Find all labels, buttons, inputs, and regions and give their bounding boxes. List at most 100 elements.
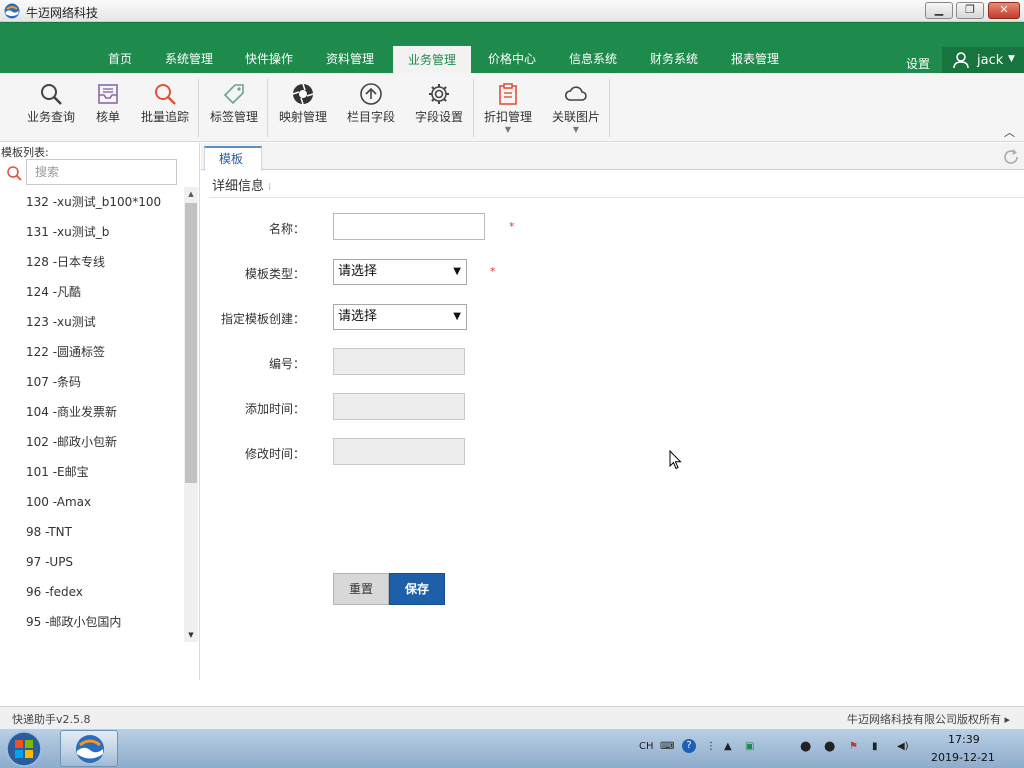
nav-finance[interactable]: 财务系统 [641,45,707,74]
reset-button[interactable]: 重置 [333,573,389,605]
created-time-field[interactable] [333,393,465,420]
nav-express-ops[interactable]: 快件操作 [236,45,302,74]
chevron-down-icon: ▼ [1008,54,1015,64]
tool-discount-manage[interactable]: 折扣管理 ▼ [477,73,539,142]
close-button[interactable]: ✕ [988,2,1020,19]
list-item[interactable]: 122 -圆通标签 [0,337,184,367]
show-hidden-icons[interactable]: ▲ [724,741,732,752]
panel-title: 模板列表: [1,146,49,159]
tool-verify[interactable]: 核单 [88,73,128,142]
nav-info-system[interactable]: 信息系统 [560,45,626,74]
nav-system[interactable]: 系统管理 [156,45,222,74]
save-button[interactable]: 保存 [389,573,445,605]
tool-mapping-manage[interactable]: 映射管理 [272,73,334,142]
qq-icon[interactable]: ● [824,739,835,754]
toolbar-divider [267,79,268,137]
mouse-cursor-icon [669,450,682,470]
toolbar: 业务查询 核单 批量追踪 标签管理 映射管理 栏目字段 字段设置 折扣管理 ▼ … [0,73,1024,142]
inbox-icon [98,84,118,104]
code-label: 编号： [268,357,305,371]
list-item[interactable]: 102 -邮政小包新 [0,427,184,457]
qq-icon[interactable]: ● [800,739,811,754]
scroll-down-icon[interactable]: ▼ [184,628,198,642]
template-type-select[interactable]: 请选择 ▼ [333,259,467,285]
user-menu[interactable]: jack ▼ [942,47,1024,74]
windows-taskbar: CH ⌨ ? ⋮ ▲ ▣ ● ● ⚑ ▮ ◀) 17:39 2019-12-21 [0,728,1024,768]
restore-button[interactable]: ❐ [956,2,984,19]
flag-icon[interactable]: ⚑ [849,741,858,752]
network-app-icon[interactable]: ▣ [745,741,754,752]
settings-link[interactable]: 设置 [906,55,930,72]
list-item[interactable]: 107 -条码 [0,367,184,397]
search-red-icon [155,84,176,105]
list-item[interactable]: 101 -E邮宝 [0,457,184,487]
main-nav: 首页 系统管理 快件操作 资料管理 业务管理 价格中心 信息系统 财务系统 报表… [0,22,1024,74]
ime-indicator[interactable]: CH [639,741,654,752]
list-item[interactable]: 98 -TNT [0,517,184,547]
modified-time-label: 修改时间： [244,447,305,461]
name-field[interactable] [333,213,485,240]
nav-price-center[interactable]: 价格中心 [479,45,545,74]
cloud-icon [564,86,587,101]
tool-linked-images[interactable]: 关联图片 ▼ [545,73,607,142]
list-scrollbar[interactable]: ▲ ▼ [184,187,198,642]
tool-column-fields[interactable]: 栏目字段 [340,73,402,142]
refresh-icon[interactable] [1002,148,1020,166]
keyboard-icon[interactable]: ⌨ [660,741,674,752]
tab-template[interactable]: 模板 [204,146,262,171]
user-name: jack [977,53,1004,68]
main-content: 模板 详细信息 ⁞ 名称： * 模板类型： 请选择 ▼ * 指定模板创建： 请选择 ▼… [201,143,1024,680]
settings-tray-icon[interactable]: ⋮ [706,741,716,752]
list-item[interactable]: 95 -邮政小包国内 [0,607,184,637]
volume-icon[interactable]: ◀) [897,741,909,752]
tool-business-query[interactable]: 业务查询 [20,73,82,142]
toolbar-divider [198,79,199,137]
tool-field-settings[interactable]: 字段设置 [408,73,470,142]
search-icon [7,166,22,181]
aperture-icon [292,83,314,105]
required-mark: * [509,220,515,233]
modified-time-field[interactable] [333,438,465,465]
list-item[interactable]: 124 -凡酷 [0,277,184,307]
tab-bar: 模板 [201,143,1024,171]
search-input[interactable] [26,159,177,185]
list-item[interactable]: 100 -Amax [0,487,184,517]
created-time-label: 添加时间： [244,402,305,416]
name-label: 名称： [268,222,305,236]
signal-icon[interactable]: ▮ [872,741,878,752]
start-button-icon[interactable] [4,730,44,768]
list-item[interactable]: 132 -xu测试_b100*100 [0,187,184,217]
tool-label-manage[interactable]: 标签管理 [203,73,265,142]
code-field[interactable] [333,348,465,375]
list-item[interactable]: 96 -fedex [0,577,184,607]
clock-time[interactable]: 17:39 [948,733,980,746]
nav-data-manage[interactable]: 资料管理 [317,45,383,74]
chevron-right-icon: ▸ [1004,713,1010,726]
list-item[interactable]: 123 -xu测试 [0,307,184,337]
chevron-down-icon: ▼ [572,125,580,134]
user-icon [953,52,969,69]
clock-date[interactable]: 2019-12-21 [931,751,995,764]
template-type-label: 模板类型： [244,267,305,281]
section-divider [209,197,1024,198]
list-item[interactable]: 131 -xu测试_b [0,217,184,247]
scrollbar-thumb[interactable] [185,203,197,483]
minimize-button[interactable]: ▁ [925,2,953,19]
collapse-toolbar-icon[interactable]: ︿ [1004,124,1015,140]
tool-batch-track[interactable]: 批量追踪 [134,73,196,142]
clipboard-icon [499,83,517,105]
nav-home[interactable]: 首页 [96,45,144,74]
dropdown-arrow-icon: ▼ [453,311,461,322]
taskbar-app-button[interactable] [60,730,118,767]
list-item[interactable]: 128 -日本专线 [0,247,184,277]
grip-icon: ⁞ [268,182,272,193]
base-template-select[interactable]: 请选择 ▼ [333,304,467,330]
list-item[interactable]: 104 -商业发票新 [0,397,184,427]
nav-business[interactable]: 业务管理 [393,46,471,74]
list-item[interactable]: 97 -UPS [0,547,184,577]
help-icon[interactable]: ? [682,739,696,753]
window-titlebar: 牛迈网络科技 ▁ ❐ ✕ [0,0,1024,22]
scroll-up-icon[interactable]: ▲ [184,187,198,201]
nav-reports[interactable]: 报表管理 [722,45,788,74]
app-logo-icon [4,3,20,19]
